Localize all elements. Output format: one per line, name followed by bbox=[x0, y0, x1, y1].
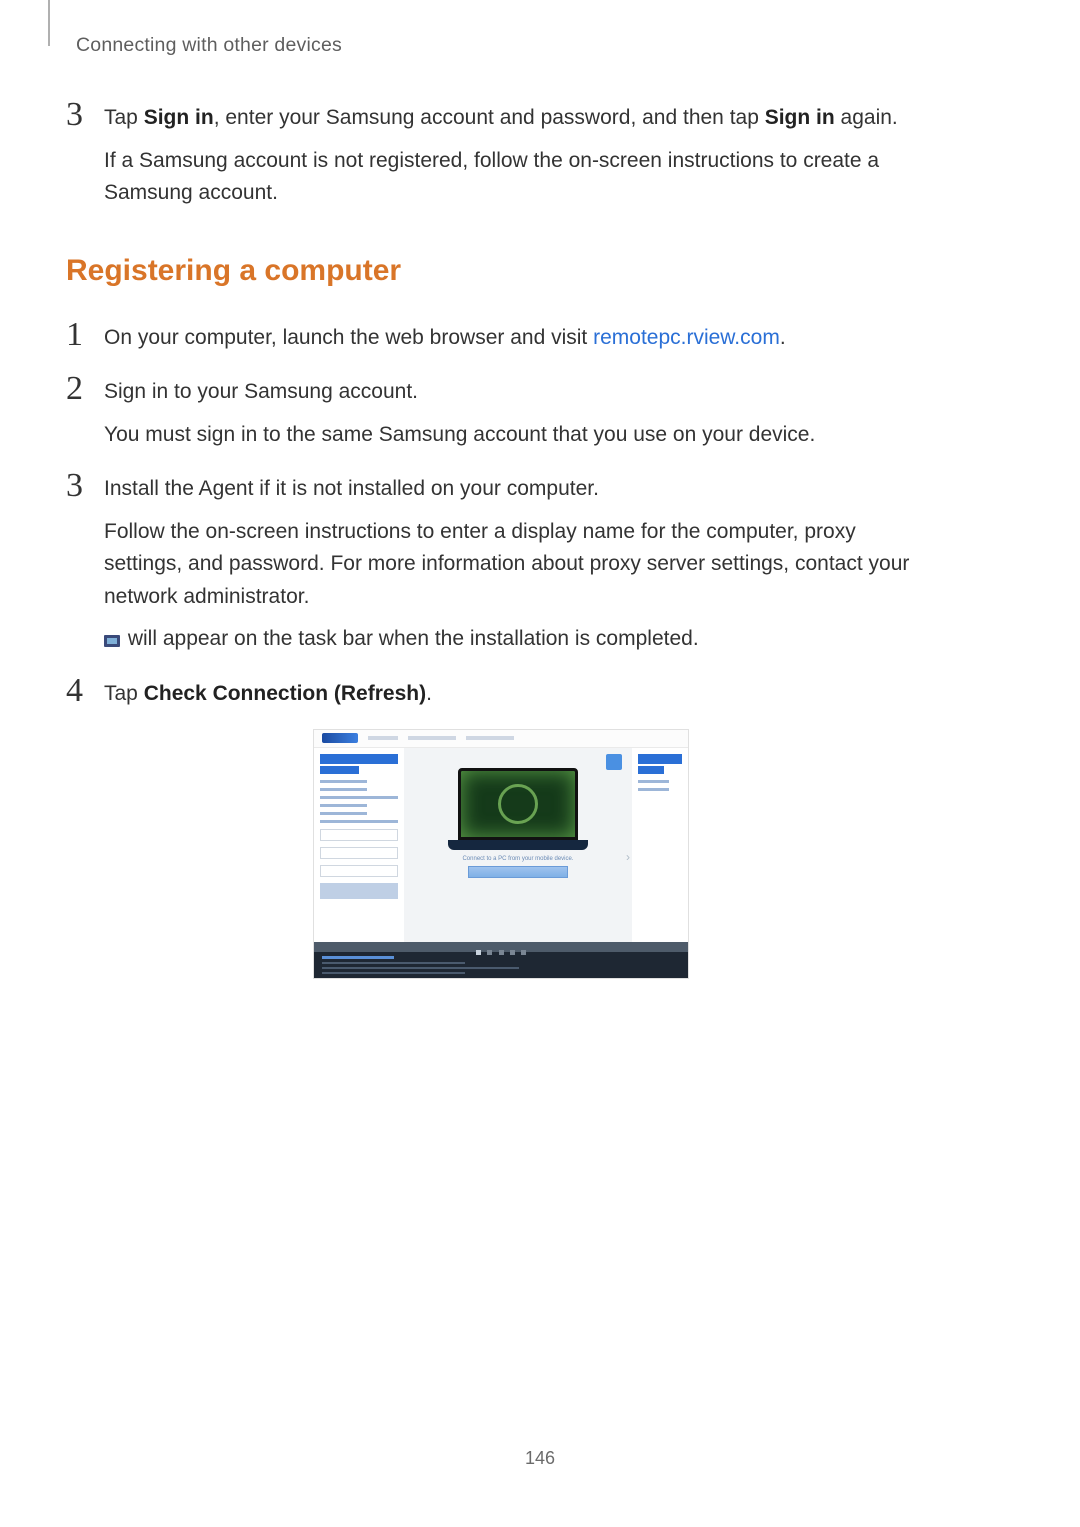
figure-placeholder-line bbox=[322, 972, 465, 974]
continuation-step: 3 Tap Sign in, enter your Samsung accoun… bbox=[66, 98, 936, 210]
step-2: 2 Sign in to your Samsung account. You m… bbox=[66, 372, 936, 451]
step-subtext: If a Samsung account is not registered, … bbox=[104, 145, 936, 210]
section-heading: Registering a computer bbox=[66, 254, 936, 288]
link-remotepc[interactable]: remotepc.rview.com bbox=[593, 326, 780, 349]
page-number: 146 bbox=[0, 1448, 1080, 1469]
step-4: 4 Tap Check Connection (Refresh). bbox=[66, 674, 936, 711]
text: Tap bbox=[104, 106, 144, 129]
figure-placeholder-line bbox=[320, 796, 398, 799]
step-body: Tap Sign in, enter your Samsung account … bbox=[104, 98, 936, 210]
figure-placeholder-line bbox=[320, 804, 367, 807]
figure-nav-item bbox=[368, 736, 398, 740]
running-header-title: Connecting with other devices bbox=[76, 34, 342, 57]
text: again. bbox=[835, 106, 898, 129]
chevron-right-icon: › bbox=[626, 850, 630, 864]
bold-text: Sign in bbox=[144, 106, 214, 129]
screenshot-figure: Connect to a PC from your mobile device.… bbox=[313, 729, 689, 979]
figure-placeholder-line bbox=[638, 780, 669, 783]
laptop-base-icon bbox=[448, 840, 588, 850]
taskbar-agent-icon bbox=[104, 635, 120, 647]
figure-pagination-dots bbox=[314, 942, 688, 952]
figure-nav-item bbox=[466, 736, 514, 740]
figure-left-panel bbox=[314, 748, 404, 942]
step-number: 2 bbox=[66, 372, 104, 406]
dot-icon bbox=[499, 950, 504, 955]
figure-caption: Connect to a PC from your mobile device. bbox=[462, 856, 573, 862]
figure-footer bbox=[314, 952, 688, 979]
figure-nav-item bbox=[408, 736, 456, 740]
figure-left-header bbox=[320, 754, 398, 764]
figure-placeholder-line bbox=[322, 967, 519, 969]
step-1: 1 On your computer, launch the web brows… bbox=[66, 318, 936, 355]
figure-placeholder-line bbox=[320, 812, 367, 815]
text: . bbox=[780, 326, 786, 349]
text: . bbox=[426, 682, 432, 705]
figure-center-panel: Connect to a PC from your mobile device. bbox=[404, 748, 632, 942]
page-margin-rule bbox=[48, 0, 50, 46]
text: Sign in to your Samsung account. bbox=[104, 380, 418, 403]
text: Install the Agent if it is not installed… bbox=[104, 477, 599, 500]
step-number: 3 bbox=[66, 469, 104, 503]
dot-icon bbox=[521, 950, 526, 955]
step-3: 3 Install the Agent if it is not install… bbox=[66, 469, 936, 656]
figure-topbar bbox=[314, 730, 688, 748]
figure-placeholder-line bbox=[320, 820, 398, 823]
text: , enter your Samsung account and passwor… bbox=[214, 106, 765, 129]
figure-right-panel bbox=[632, 748, 688, 942]
laptop-icon bbox=[458, 768, 578, 840]
page-content: 3 Tap Sign in, enter your Samsung accoun… bbox=[66, 98, 936, 979]
step-subtext: You must sign in to the same Samsung acc… bbox=[104, 419, 815, 452]
figure-left-subheader bbox=[320, 766, 359, 774]
dot-icon bbox=[487, 950, 492, 955]
text: Tap bbox=[104, 682, 144, 705]
dot-icon bbox=[510, 950, 515, 955]
step-number: 1 bbox=[66, 318, 104, 352]
step-body: On your computer, launch the web browser… bbox=[104, 318, 786, 355]
figure-check-connection-button bbox=[468, 866, 568, 878]
figure-placeholder-line bbox=[638, 788, 669, 791]
step-number: 4 bbox=[66, 674, 104, 708]
figure-placeholder-line bbox=[320, 780, 367, 783]
figure-input-placeholder bbox=[320, 829, 398, 841]
step-body: Install the Agent if it is not installed… bbox=[104, 469, 936, 656]
figure-input-placeholder bbox=[320, 865, 398, 877]
dot-icon bbox=[476, 950, 481, 955]
figure-placeholder-line bbox=[320, 788, 367, 791]
step-number: 3 bbox=[66, 98, 104, 132]
text: On your computer, launch the web browser… bbox=[104, 326, 593, 349]
step-iconline: will appear on the task bar when the ins… bbox=[104, 623, 936, 656]
figure-badge-icon bbox=[606, 754, 622, 770]
figure-right-header bbox=[638, 754, 682, 764]
text: will appear on the task bar when the ins… bbox=[122, 627, 699, 650]
step-subtext: Follow the on-screen instructions to ent… bbox=[104, 516, 936, 614]
figure-footer-header bbox=[322, 956, 394, 959]
step-body: Tap Check Connection (Refresh). bbox=[104, 674, 432, 711]
bold-text: Sign in bbox=[765, 106, 835, 129]
step-body: Sign in to your Samsung account. You mus… bbox=[104, 372, 815, 451]
figure-body: Connect to a PC from your mobile device.… bbox=[314, 748, 688, 942]
samsung-logo-icon bbox=[322, 733, 358, 743]
figure-placeholder-line bbox=[322, 962, 465, 964]
bold-text: Check Connection (Refresh) bbox=[144, 682, 426, 705]
figure-button-placeholder bbox=[320, 883, 398, 899]
figure-right-subheader bbox=[638, 766, 664, 774]
figure-input-placeholder bbox=[320, 847, 398, 859]
